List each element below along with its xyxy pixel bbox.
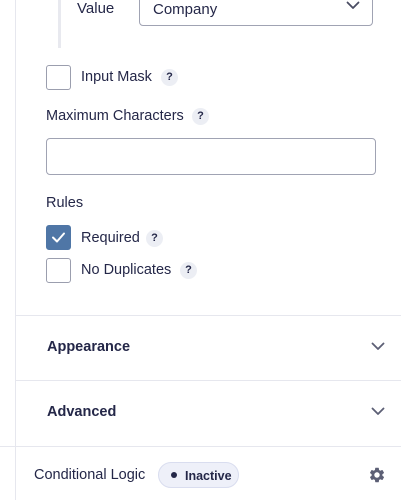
advanced-section-toggle[interactable]: Advanced	[16, 381, 401, 445]
rules-heading: Rules	[46, 195, 84, 211]
required-checkbox[interactable]	[46, 225, 71, 250]
status-badge-text: Inactive	[185, 469, 232, 483]
status-dot-icon	[171, 472, 177, 478]
input-mask-checkbox[interactable]	[46, 65, 71, 90]
value-label: Value	[77, 0, 115, 17]
section-divider	[0, 446, 401, 447]
gear-icon[interactable]	[368, 466, 386, 484]
appearance-section-toggle[interactable]: Appearance	[16, 316, 401, 379]
max-characters-input[interactable]	[46, 138, 376, 175]
help-icon[interactable]: ?	[192, 108, 209, 125]
appearance-section-title: Appearance	[47, 339, 131, 355]
conditional-logic-status-badge[interactable]: Inactive	[158, 462, 239, 488]
value-select-text: Company	[153, 1, 218, 18]
chevron-down-icon	[371, 342, 385, 350]
no-duplicates-checkbox[interactable]	[46, 258, 71, 283]
help-icon[interactable]: ?	[161, 69, 178, 86]
nested-indent-rule	[58, 0, 61, 48]
no-duplicates-label: No Duplicates	[81, 262, 172, 278]
max-characters-label: Maximum Characters	[46, 108, 184, 124]
help-icon[interactable]: ?	[180, 262, 197, 279]
check-icon	[52, 232, 65, 243]
help-icon[interactable]: ?	[146, 230, 163, 247]
chevron-down-icon	[371, 407, 385, 415]
conditional-logic-label: Conditional Logic	[34, 467, 146, 483]
advanced-section-title: Advanced	[47, 404, 117, 420]
input-mask-label: Input Mask	[81, 69, 152, 85]
chevron-down-icon	[346, 1, 360, 9]
required-label: Required	[81, 230, 140, 246]
value-select[interactable]: Company	[139, 0, 373, 26]
